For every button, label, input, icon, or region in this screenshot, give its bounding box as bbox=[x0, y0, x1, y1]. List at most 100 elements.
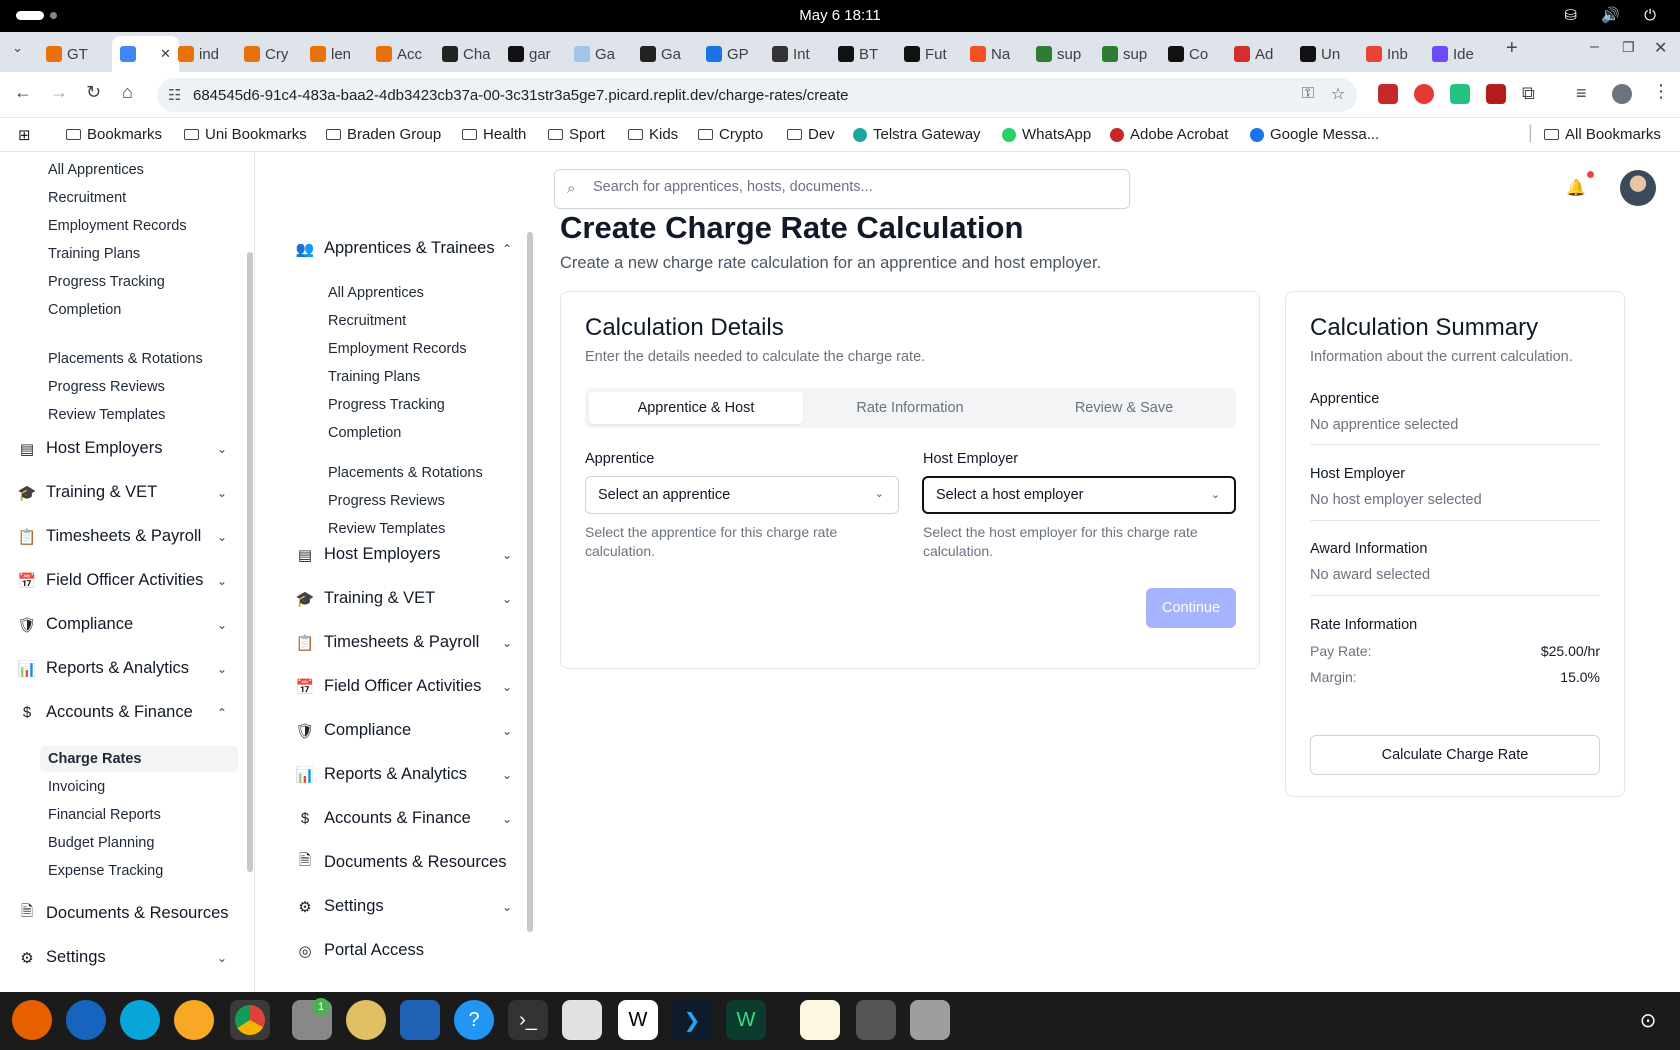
browser-tab[interactable]: Ga bbox=[640, 39, 681, 69]
edge-icon[interactable] bbox=[120, 1000, 160, 1040]
browser-tab[interactable]: sup bbox=[1102, 39, 1147, 69]
bookmark-item[interactable]: Dev bbox=[787, 126, 835, 143]
system-clock[interactable]: May 6 18:11 bbox=[0, 7, 1680, 24]
bookmark-item[interactable]: Braden Group bbox=[326, 126, 441, 143]
tab-rate-information[interactable]: Rate Information bbox=[803, 392, 1017, 424]
sidebar-link-invoicing[interactable]: Invoicing bbox=[48, 779, 105, 795]
sidebar-item-settings[interactable]: ⚙ Settings ⌄ bbox=[18, 948, 233, 967]
sidebar-link-recruitment[interactable]: Recruitment bbox=[48, 190, 126, 206]
sidebar2-link-training-plans[interactable]: Training Plans bbox=[328, 369, 420, 385]
url-text[interactable]: 684545d6-91c4-483a-baa2-4db3423cb37a-00-… bbox=[193, 87, 848, 104]
red-extension-icon[interactable] bbox=[1486, 84, 1506, 104]
notification-bell-icon[interactable]: 🔔 bbox=[1566, 178, 1586, 198]
writer-icon[interactable] bbox=[400, 1000, 440, 1040]
all-bookmarks[interactable]: All Bookmarks bbox=[1544, 126, 1661, 143]
minimize-button[interactable]: – bbox=[1590, 38, 1599, 56]
tab-review-save[interactable]: Review & Save bbox=[1017, 392, 1231, 424]
show-apps-icon[interactable]: ⊙ bbox=[1628, 1000, 1668, 1040]
user-avatar[interactable] bbox=[1620, 170, 1656, 206]
browser-tab[interactable]: Co bbox=[1168, 39, 1208, 69]
sidebar2-link-completion[interactable]: Completion bbox=[328, 425, 401, 441]
bookmark-item[interactable]: WhatsApp bbox=[1002, 126, 1091, 143]
address-bar[interactable]: ☷ 684545d6-91c4-483a-baa2-4db3423cb37a-0… bbox=[157, 78, 1357, 112]
close-window-button[interactable]: ✕ bbox=[1654, 38, 1667, 58]
browser-tab[interactable]: Un bbox=[1300, 39, 1340, 69]
sidebar2-link-review-templates[interactable]: Review Templates bbox=[328, 521, 445, 537]
vscode-icon[interactable]: ❯ bbox=[672, 1000, 712, 1040]
sidebar-item-compliance[interactable]: 🛡 Compliance ⌄ bbox=[17, 615, 233, 634]
back-arrow-icon[interactable]: ← bbox=[14, 82, 32, 103]
browser-tab[interactable]: Ide bbox=[1432, 39, 1474, 69]
text-editor-icon[interactable] bbox=[800, 1000, 840, 1040]
sidebar-link-review-templates[interactable]: Review Templates bbox=[48, 407, 165, 423]
browser-tab[interactable]: gar bbox=[508, 39, 551, 69]
browser-tab[interactable]: Cry bbox=[244, 39, 288, 69]
terminal-icon[interactable]: ›_ bbox=[508, 1000, 548, 1040]
chrome-icon[interactable] bbox=[230, 1000, 270, 1040]
sidebar-item-reports-and-analytics[interactable]: 📊 Reports & Analytics ⌄ bbox=[296, 765, 512, 784]
bookmark-item[interactable]: Health bbox=[462, 126, 526, 143]
sidebar-item-portal-access[interactable]: ◎ Portal Access bbox=[296, 941, 512, 960]
sidebar-item-accounts-and-finance[interactable]: $ Accounts & Finance ⌃ bbox=[18, 703, 233, 722]
browser-tab[interactable]: Cha bbox=[442, 39, 491, 69]
new-tab-button[interactable]: + bbox=[1506, 37, 1518, 60]
host-employer-select[interactable]: Select a host employer ⌄ bbox=[922, 476, 1236, 514]
sidebar-item-host-employers[interactable]: ▤ Host Employers ⌄ bbox=[18, 439, 233, 458]
sidebar2-link-employment-records[interactable]: Employment Records bbox=[328, 341, 467, 357]
sidebar-item-host-employers[interactable]: ▤ Host Employers ⌄ bbox=[296, 545, 512, 564]
warp-icon[interactable]: W bbox=[618, 1000, 658, 1040]
sidebar2-link-placements-and-rotations[interactable]: Placements & Rotations bbox=[328, 465, 483, 481]
browser-tab[interactable]: Na bbox=[970, 39, 1010, 69]
search-input[interactable] bbox=[593, 179, 1113, 195]
sidebar-link-training-plans[interactable]: Training Plans bbox=[48, 246, 140, 262]
bookmark-item[interactable]: Bookmarks bbox=[66, 126, 162, 143]
sidebar2-link-all-apprentices[interactable]: All Apprentices bbox=[328, 285, 424, 301]
bookmark-item[interactable]: Sport bbox=[548, 126, 605, 143]
browser-tab[interactable]: GP bbox=[706, 39, 749, 69]
global-search[interactable]: ⌕ bbox=[554, 169, 1130, 209]
sidebar2-link-progress-reviews[interactable]: Progress Reviews bbox=[328, 493, 445, 509]
sidebar-item-field-officer-activities[interactable]: 📅 Field Officer Activities ⌄ bbox=[18, 571, 233, 590]
sidebar-link-employment-records[interactable]: Employment Records bbox=[48, 218, 187, 234]
sidebar-item-field-officer-activities[interactable]: 📅 Field Officer Activities ⌄ bbox=[296, 677, 512, 696]
browser-menu-icon[interactable]: ⋮ bbox=[1652, 81, 1670, 102]
sidebar-item-apprentices-and-trainees[interactable]: 👥 Apprentices & Trainees ⌃ bbox=[296, 239, 512, 258]
reading-list-icon[interactable]: ≡ bbox=[1576, 83, 1587, 104]
browser-tab[interactable]: Inb bbox=[1366, 39, 1408, 69]
bookmark-item[interactable]: Google Messa... bbox=[1250, 126, 1379, 143]
sidebar2-link-recruitment[interactable]: Recruitment bbox=[328, 313, 406, 329]
rhythmbox-icon[interactable] bbox=[346, 1000, 386, 1040]
system-tray-icons[interactable]: ⛁ 🔊 ⏻ bbox=[1565, 6, 1666, 24]
sidebar-item-accounts-and-finance[interactable]: $ Accounts & Finance ⌄ bbox=[296, 809, 512, 828]
browser-tab[interactable]: GT bbox=[46, 39, 88, 69]
browser-tab[interactable]: len bbox=[310, 39, 351, 69]
sidebar-item-training-and-vet[interactable]: 🎓 Training & VET ⌄ bbox=[18, 483, 233, 502]
sidebar2-link-progress-tracking[interactable]: Progress Tracking bbox=[328, 397, 445, 413]
apprentice-select[interactable]: Select an apprentice ⌄ bbox=[585, 476, 899, 514]
sidebar-link-charge-rates[interactable]: Charge Rates bbox=[48, 751, 141, 767]
tab-apprentice-host[interactable]: Apprentice & Host bbox=[589, 392, 803, 424]
password-key-icon[interactable]: ⚿ bbox=[1299, 85, 1317, 103]
bookmark-star-icon[interactable]: ☆ bbox=[1329, 85, 1347, 103]
profile-avatar-icon[interactable] bbox=[1612, 84, 1632, 104]
chromium-icon[interactable] bbox=[174, 1000, 214, 1040]
bookmark-item[interactable]: Adobe Acrobat bbox=[1110, 126, 1228, 143]
browser-tab[interactable]: sup bbox=[1036, 39, 1081, 69]
sidebar-item-training-and-vet[interactable]: 🎓 Training & VET ⌄ bbox=[296, 589, 512, 608]
bookmark-item[interactable]: Uni Bookmarks bbox=[184, 126, 307, 143]
browser-tab[interactable]: Fut bbox=[904, 39, 947, 69]
sidebar-item-documents-and-resources[interactable]: 🗎 Documents & Resources bbox=[18, 903, 233, 923]
help-icon[interactable]: ? bbox=[454, 1000, 494, 1040]
reload-icon[interactable]: ↻ bbox=[86, 82, 101, 103]
sidebar-item-compliance[interactable]: 🛡 Compliance ⌄ bbox=[295, 721, 512, 740]
usb-drive-icon[interactable] bbox=[856, 1000, 896, 1040]
sidebar-item-timesheets-and-payroll[interactable]: 📋 Timesheets & Payroll ⌄ bbox=[296, 633, 512, 652]
green-extension-icon[interactable] bbox=[1450, 84, 1470, 104]
sidebar-link-progress-reviews[interactable]: Progress Reviews bbox=[48, 379, 165, 395]
bookmark-item[interactable]: Telstra Gateway bbox=[853, 126, 981, 143]
browser-tab[interactable]: Ad bbox=[1234, 39, 1273, 69]
windsurf-icon[interactable]: W bbox=[726, 1000, 766, 1040]
home-icon[interactable]: ⌂ bbox=[122, 82, 133, 103]
acrobat-extension-icon[interactable] bbox=[1378, 84, 1398, 104]
browser-tab[interactable]: Int bbox=[772, 39, 810, 69]
